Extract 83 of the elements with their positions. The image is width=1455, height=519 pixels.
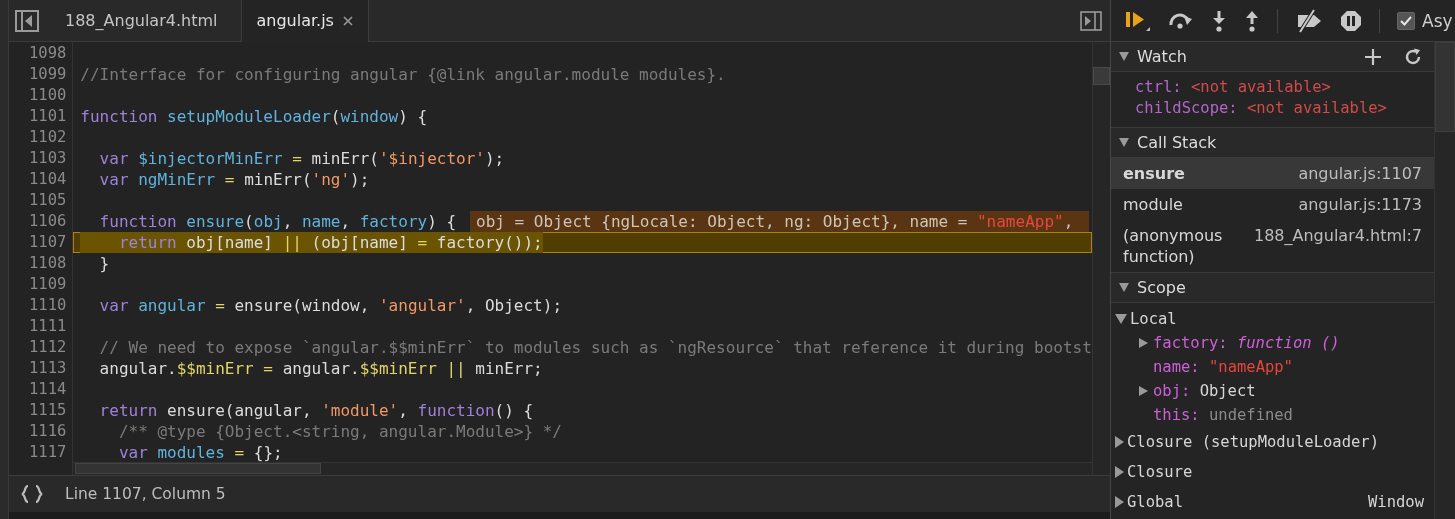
frame-function: ensure bbox=[1123, 163, 1185, 184]
frame-function: (anonymous function) bbox=[1123, 225, 1224, 267]
vertical-scrollbar[interactable] bbox=[1091, 42, 1110, 475]
pretty-print-icon[interactable] bbox=[21, 485, 43, 503]
scope-variable[interactable]: obj: Object bbox=[1115, 379, 1434, 403]
call-frame[interactable]: module angular.js:1173 bbox=[1111, 189, 1434, 220]
call-frame[interactable]: ensure angular.js:1107 bbox=[1111, 158, 1434, 189]
code-line: var modules = {}; bbox=[117, 442, 283, 463]
line-number: 1102 bbox=[28, 127, 67, 148]
line-number: 1107 bbox=[28, 232, 67, 253]
frame-location[interactable]: angular.js:1107 bbox=[1298, 163, 1422, 184]
scope-node[interactable]: Closure (setupModuleLoader) bbox=[1115, 427, 1434, 457]
line-number: 1108 bbox=[28, 253, 67, 274]
code-line: } bbox=[98, 253, 110, 274]
scope-node[interactable]: Local bbox=[1115, 307, 1434, 331]
call-frame[interactable]: (anonymous function) 188_Angular4.html:7 bbox=[1111, 220, 1434, 272]
panel-toggle-icon[interactable] bbox=[1080, 10, 1102, 31]
line-number: 1110 bbox=[28, 295, 67, 316]
async-checkbox[interactable] bbox=[1397, 11, 1415, 30]
line-number: 1115 bbox=[28, 400, 67, 421]
inline-value: obj = Object {ngLocale: Object, ng: Object}, name = "nameApp", bbox=[470, 211, 1089, 232]
scope-variable[interactable]: factory: function () bbox=[1115, 331, 1434, 355]
code-line: var $injectorMinErr = minErr('$injector'); bbox=[98, 148, 505, 169]
line-number: 1111 bbox=[28, 316, 67, 337]
refresh-icon[interactable] bbox=[1404, 47, 1422, 66]
expand-arrow-icon[interactable] bbox=[1119, 283, 1129, 292]
deactivate-breakpoints-icon[interactable] bbox=[1295, 8, 1323, 33]
code-line: function ensure(obj, name, factory) { bbox=[98, 211, 457, 232]
frame-location[interactable]: angular.js:1173 bbox=[1298, 194, 1422, 215]
code-line: //Interface for configuring angular {@link angular.module modules}. bbox=[80, 64, 726, 85]
scope-variable[interactable]: name: "nameApp" bbox=[1115, 355, 1434, 379]
line-number: 1098 bbox=[28, 43, 67, 64]
close-icon[interactable] bbox=[341, 14, 354, 27]
watch-header[interactable]: Watch bbox=[1111, 42, 1434, 72]
file-tab[interactable]: angular.js bbox=[241, 0, 369, 42]
expand-arrow-icon[interactable] bbox=[1119, 52, 1129, 61]
code-line: /** @type {Object.<string, angular.Module>} */ bbox=[117, 421, 562, 442]
expand-arrow-icon[interactable] bbox=[1119, 138, 1129, 147]
scope-header[interactable]: Scope bbox=[1111, 272, 1434, 303]
expand-arrow-icon[interactable] bbox=[1115, 436, 1124, 448]
expand-arrow-icon[interactable] bbox=[1139, 386, 1148, 396]
code-line: var angular = ensure(window, 'angular', Object); bbox=[98, 295, 562, 316]
expand-arrow-icon[interactable] bbox=[1115, 496, 1124, 508]
code-line: function setupModuleLoader(window) { bbox=[80, 106, 428, 127]
line-number: 1099 bbox=[28, 64, 67, 85]
scope-node[interactable]: Global Window bbox=[1115, 487, 1434, 517]
file-tab[interactable]: 188_Angular4.html bbox=[51, 0, 232, 42]
line-number: 1109 bbox=[28, 274, 67, 295]
step-into-icon[interactable] bbox=[1211, 9, 1227, 32]
code-line: // We need to expose `angular.$$minErr` to modules such as `ngResource` that reference it during bootst bbox=[98, 337, 1092, 358]
sidebar-toggle-icon[interactable] bbox=[15, 9, 39, 32]
frame-location[interactable]: 188_Angular4.html:7 bbox=[1253, 225, 1422, 246]
line-number: 1113 bbox=[28, 358, 67, 379]
line-number: 1105 bbox=[28, 190, 67, 211]
resume-icon[interactable] bbox=[1125, 9, 1151, 32]
line-number: 1112 bbox=[28, 337, 67, 358]
line-number: 1100 bbox=[28, 85, 67, 106]
expand-arrow-icon[interactable] bbox=[1115, 314, 1127, 324]
expand-arrow-icon[interactable] bbox=[1115, 466, 1124, 478]
code-line: angular.$$minErr = angular.$$minErr || minErr; bbox=[98, 358, 543, 379]
line-number: 1106 bbox=[28, 211, 67, 232]
line-number: 1114 bbox=[28, 379, 67, 400]
watch-expression: childScope: <not available> bbox=[1135, 98, 1388, 119]
call-stack-header[interactable]: Call Stack bbox=[1111, 128, 1434, 158]
scope-node[interactable]: Closure bbox=[1115, 457, 1434, 487]
line-number: 1116 bbox=[28, 421, 67, 442]
expand-arrow-icon[interactable] bbox=[1139, 338, 1148, 348]
step-out-icon[interactable] bbox=[1244, 9, 1260, 32]
line-number: 1117 bbox=[28, 442, 67, 463]
cursor-position: Line 1107, Column 5 bbox=[65, 485, 226, 503]
add-icon[interactable] bbox=[1364, 47, 1382, 66]
async-label: Asy bbox=[1422, 10, 1453, 31]
pause-on-exceptions-icon[interactable] bbox=[1340, 9, 1362, 32]
frame-function: module bbox=[1123, 194, 1183, 215]
line-number: 1104 bbox=[28, 169, 67, 190]
code-line: return ensure(angular, 'module', function() { bbox=[98, 400, 534, 421]
vertical-scrollbar[interactable] bbox=[1434, 42, 1455, 519]
watch-expression: ctrl: <not available> bbox=[1135, 77, 1332, 98]
code-line: var ngMinErr = minErr('ng'); bbox=[98, 169, 370, 190]
line-number: 1103 bbox=[28, 148, 67, 169]
line-number: 1101 bbox=[28, 106, 67, 127]
horizontal-scrollbar[interactable] bbox=[73, 462, 1092, 475]
scope-variable[interactable]: this: undefined bbox=[1115, 403, 1434, 427]
